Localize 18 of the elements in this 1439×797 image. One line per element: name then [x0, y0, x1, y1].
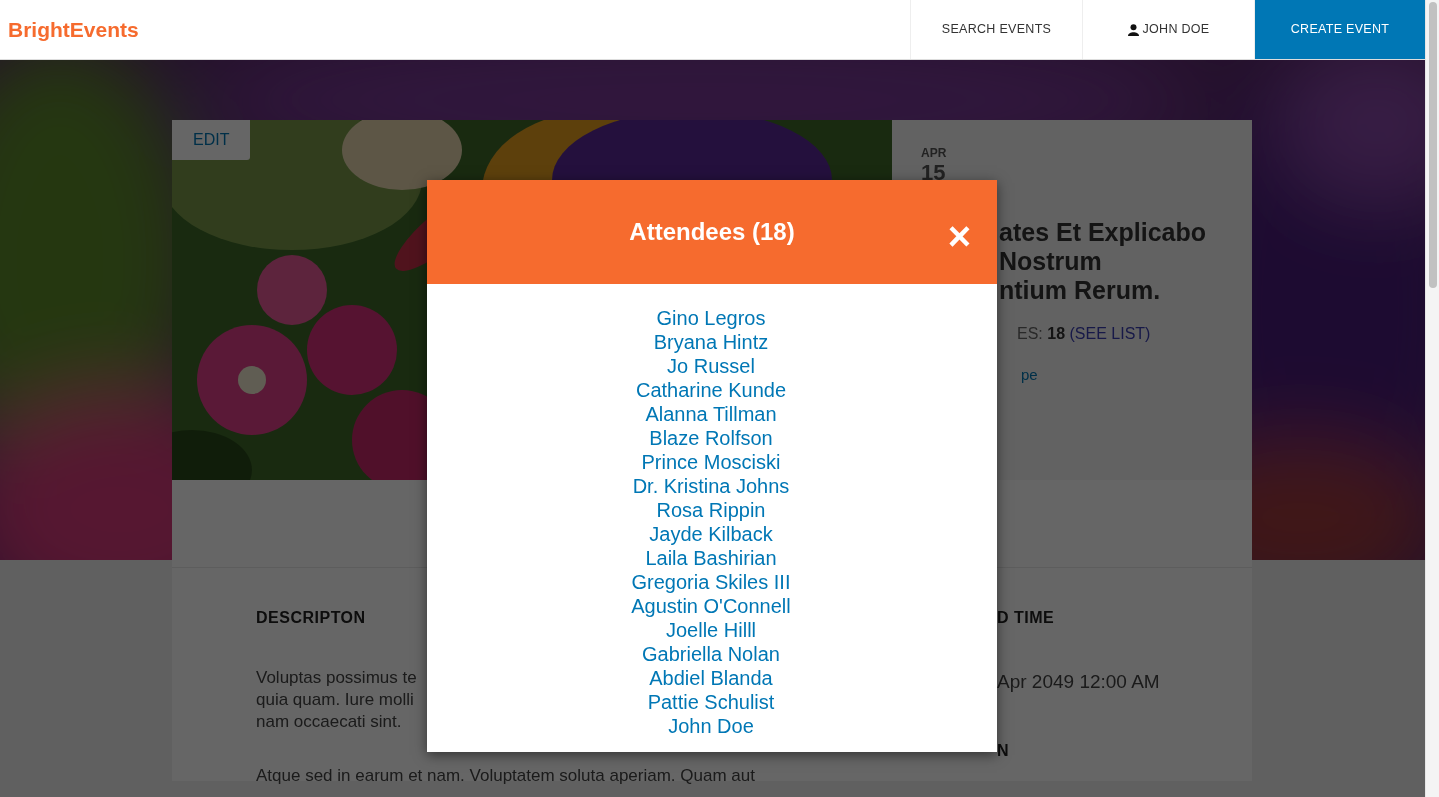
user-icon — [1127, 23, 1139, 36]
attendee-link[interactable]: Agustin O'Connell — [631, 594, 791, 618]
date-time-value: Apr 2049 12:00 AM — [997, 670, 1161, 695]
attendee-link[interactable]: Gabriella Nolan — [642, 642, 780, 666]
description-text: Voluptas possimus te — [256, 667, 417, 690]
attendee-link[interactable]: John Doe — [668, 714, 754, 738]
section-heading: DESCRIPTON — [256, 608, 366, 628]
description-text: quia quam. Iure molli — [256, 689, 414, 712]
attendee-link[interactable]: Abdiel Blanda — [649, 666, 773, 690]
section-heading: D TIME — [997, 608, 1055, 628]
nav-link[interactable]: SEARCH EVENTS — [910, 0, 1082, 59]
description-text: nam occaecati sint. — [256, 711, 402, 734]
attendee-link[interactable]: Joelle Hilll — [666, 618, 756, 642]
brand-logo[interactable]: BrightEvents — [0, 13, 147, 46]
attendee-link[interactable]: Pattie Schulist — [647, 690, 775, 714]
description-text: Atque sed in earum et nam. Voluptatem soluta aperiam. Quam aut — [256, 765, 755, 788]
attendee-link[interactable]: Gregoria Skiles III — [631, 570, 791, 594]
section-heading: N — [997, 740, 1010, 760]
